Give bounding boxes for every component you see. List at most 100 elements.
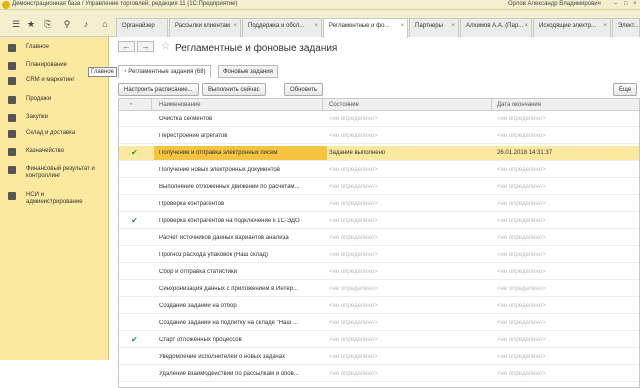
close-tab-icon[interactable]: × xyxy=(524,23,528,29)
column-header-end-date[interactable]: Дата окончания xyxy=(497,102,541,108)
close-tab-icon[interactable]: × xyxy=(400,23,404,29)
table-row[interactable]: Удаление взаимодействий по рассылкам и о… xyxy=(119,367,639,382)
sections-panel: Главное Планирование CRM и маркетинг Про… xyxy=(0,37,109,360)
tab-partners[interactable]: Партнеры × xyxy=(409,18,459,37)
sidebar-item-purchases[interactable]: Закупки xyxy=(0,111,109,127)
close-tab-icon[interactable]: × xyxy=(233,23,237,29)
tab-mailings[interactable]: Рассылки клиентам × xyxy=(169,18,241,37)
main-menu-icon xyxy=(8,44,16,52)
job-end-date: <не определено> xyxy=(497,116,546,122)
home-icon[interactable]: ⌂ xyxy=(99,18,111,30)
sidebar-item-warehouse[interactable]: Склад и доставка xyxy=(0,127,109,143)
table-row[interactable]: Уведомление исполнителей о новых задачах… xyxy=(119,350,639,365)
more-button[interactable]: Еще xyxy=(613,83,638,96)
job-name: Создание заданий на отбор xyxy=(159,303,237,309)
table-row[interactable]: Прогноз расхода упаковок (Наш склад) <не … xyxy=(119,248,639,263)
table-row[interactable]: ✔ Проверка контрагентов на подключение к … xyxy=(119,214,639,229)
tab-scheduled[interactable]: ◔ Регламентные задания (68) xyxy=(118,65,211,78)
current-user[interactable]: Орлов Александр Владимирович xyxy=(508,1,601,7)
job-name: Старт отложенных процессов xyxy=(159,337,242,343)
job-name: Очистка сегментов xyxy=(159,116,213,122)
table-row[interactable]: ✔ Получение и отправка электронных писем З… xyxy=(119,146,639,161)
table-row[interactable]: Проверка контрагентов <не определено> <не … xyxy=(119,197,639,212)
favorites-star-icon[interactable]: ★ xyxy=(25,18,37,30)
job-end-date: <не определено> xyxy=(497,371,546,377)
job-state: <не определено> xyxy=(329,252,378,258)
close-window-icon[interactable]: × xyxy=(633,1,637,7)
favorite-star-icon[interactable]: ☆ xyxy=(161,41,170,52)
job-name: Прогноз расхода упаковок (Наш склад) xyxy=(159,252,269,258)
job-state: Задание выполнено xyxy=(329,150,386,156)
forward-button[interactable]: → xyxy=(137,41,154,52)
tab-partner-card[interactable]: Алхимов А.А. (Пар... × xyxy=(460,18,532,37)
table-row[interactable]: Создание заданий на подпитку на складе "… xyxy=(119,316,639,331)
tab-edocs[interactable]: Элект... xyxy=(612,18,640,37)
table-row[interactable]: ✔ Старт отложенных процессов <не определен… xyxy=(119,333,639,348)
sidebar-item-main[interactable]: Главное xyxy=(0,41,109,57)
history-icon[interactable]: ⎘ xyxy=(42,18,54,30)
close-tab-icon[interactable]: × xyxy=(603,23,607,29)
configure-schedule-button[interactable]: Настроить расписание... xyxy=(118,83,199,96)
enabled-check-icon: ✔ xyxy=(131,216,138,225)
menu-icon[interactable]: ☰ xyxy=(10,18,22,30)
tab-organizer[interactable]: Органайзер xyxy=(116,18,168,37)
job-end-date: <не определено> xyxy=(497,354,546,360)
maximize-icon[interactable]: □ xyxy=(624,1,628,7)
table-row[interactable]: Сбор и отправка статистики <не определено… xyxy=(119,265,639,280)
job-end-date: <не определено> xyxy=(497,252,546,258)
job-state: <не определено> xyxy=(329,167,378,173)
planning-icon xyxy=(8,62,16,70)
job-end-date: <не определено> xyxy=(497,235,546,241)
sidebar-item-sales[interactable]: Продажи xyxy=(0,93,109,109)
table-row[interactable]: Получение новых электронных документов <н… xyxy=(119,163,639,178)
close-tab-icon[interactable]: × xyxy=(451,23,455,29)
sidebar-item-admin[interactable]: НСИ и администрирование xyxy=(0,189,109,211)
enabled-check-icon: ✔ xyxy=(131,335,138,344)
job-name: Проверка контрагентов на подключение к 1… xyxy=(159,218,300,224)
job-end-date: 26.01.2018 14:31:37 xyxy=(497,150,553,156)
warehouse-icon xyxy=(8,130,16,138)
close-tab-icon[interactable]: × xyxy=(314,23,318,29)
table-row[interactable]: Расчет источников данных вариантов анали… xyxy=(119,231,639,246)
job-name: Перестроение агрегатов xyxy=(159,133,228,139)
tab-label: Фоновые задания xyxy=(223,69,273,75)
jobs-table: ◔ Наименование Состояние Дата окончания … xyxy=(118,98,640,388)
table-row[interactable]: Очистка сегментов <не определено> <не опре… xyxy=(119,112,639,127)
tab-scheduled-jobs[interactable]: Регламентные и фо... × xyxy=(323,18,408,38)
tab-label: Поддержка и обсл... xyxy=(248,23,305,29)
column-header-name[interactable]: Наименование xyxy=(159,102,201,108)
job-state: <не определено> xyxy=(329,337,378,343)
job-state: <не определено> xyxy=(329,201,378,207)
tab-background[interactable]: Фоновые задания xyxy=(218,65,278,78)
job-end-date: <не определено> xyxy=(497,201,546,207)
table-row[interactable]: Синхронизация данных с приложением в Инт… xyxy=(119,282,639,297)
job-name: Создание заданий на подпитку на складе "… xyxy=(159,320,298,326)
job-name: Сбор и отправка статистики xyxy=(159,269,238,275)
minimize-icon[interactable]: – xyxy=(614,1,617,7)
window-title: Демонстрационная база / Управление торго… xyxy=(12,1,238,7)
table-header: ◔ Наименование Состояние Дата окончания xyxy=(119,99,639,111)
sidebar-item-treasury[interactable]: Казначейство xyxy=(0,145,109,161)
tab-outgoing-edocs[interactable]: Исходящие электр... × xyxy=(533,18,611,37)
job-name: Выполнение отложенных движений по расчет… xyxy=(159,184,300,190)
run-now-button[interactable]: Выполнить сейчас xyxy=(202,83,266,96)
finance-icon xyxy=(8,166,16,174)
sidebar-item-finance[interactable]: Финансовый результат и контроллинг xyxy=(0,163,109,185)
back-button[interactable]: ← xyxy=(118,41,135,52)
tab-support[interactable]: Поддержка и обсл... × xyxy=(242,18,322,37)
table-row[interactable]: Создание заданий на отбор <не определено>… xyxy=(119,299,639,314)
job-name: Уведомление исполнителей о новых задачах xyxy=(159,354,285,360)
column-header-state[interactable]: Состояние xyxy=(329,102,359,108)
enabled-check-icon: ✔ xyxy=(131,148,138,157)
table-row[interactable]: Перестроение агрегатов <не определено> <не… xyxy=(119,129,639,144)
table-row[interactable]: Выполнение отложенных движений по расчет… xyxy=(119,180,639,195)
job-name: Получение и отправка электронных писем xyxy=(159,150,278,156)
search-icon[interactable]: ⚲ xyxy=(61,18,73,30)
refresh-button[interactable]: Обновить xyxy=(284,83,324,96)
job-end-date: <не определено> xyxy=(497,303,546,309)
status-column-icon: ◔ xyxy=(129,102,133,108)
column-divider xyxy=(151,99,152,111)
notifications-bell-icon[interactable]: ♪ xyxy=(80,18,92,30)
tab-label: Исходящие электр... xyxy=(539,23,597,29)
top-toolbar: ☰ ★ ⎘ ⚲ ♪ ⌂ Органайзер Рассылки клиентам… xyxy=(0,10,640,38)
